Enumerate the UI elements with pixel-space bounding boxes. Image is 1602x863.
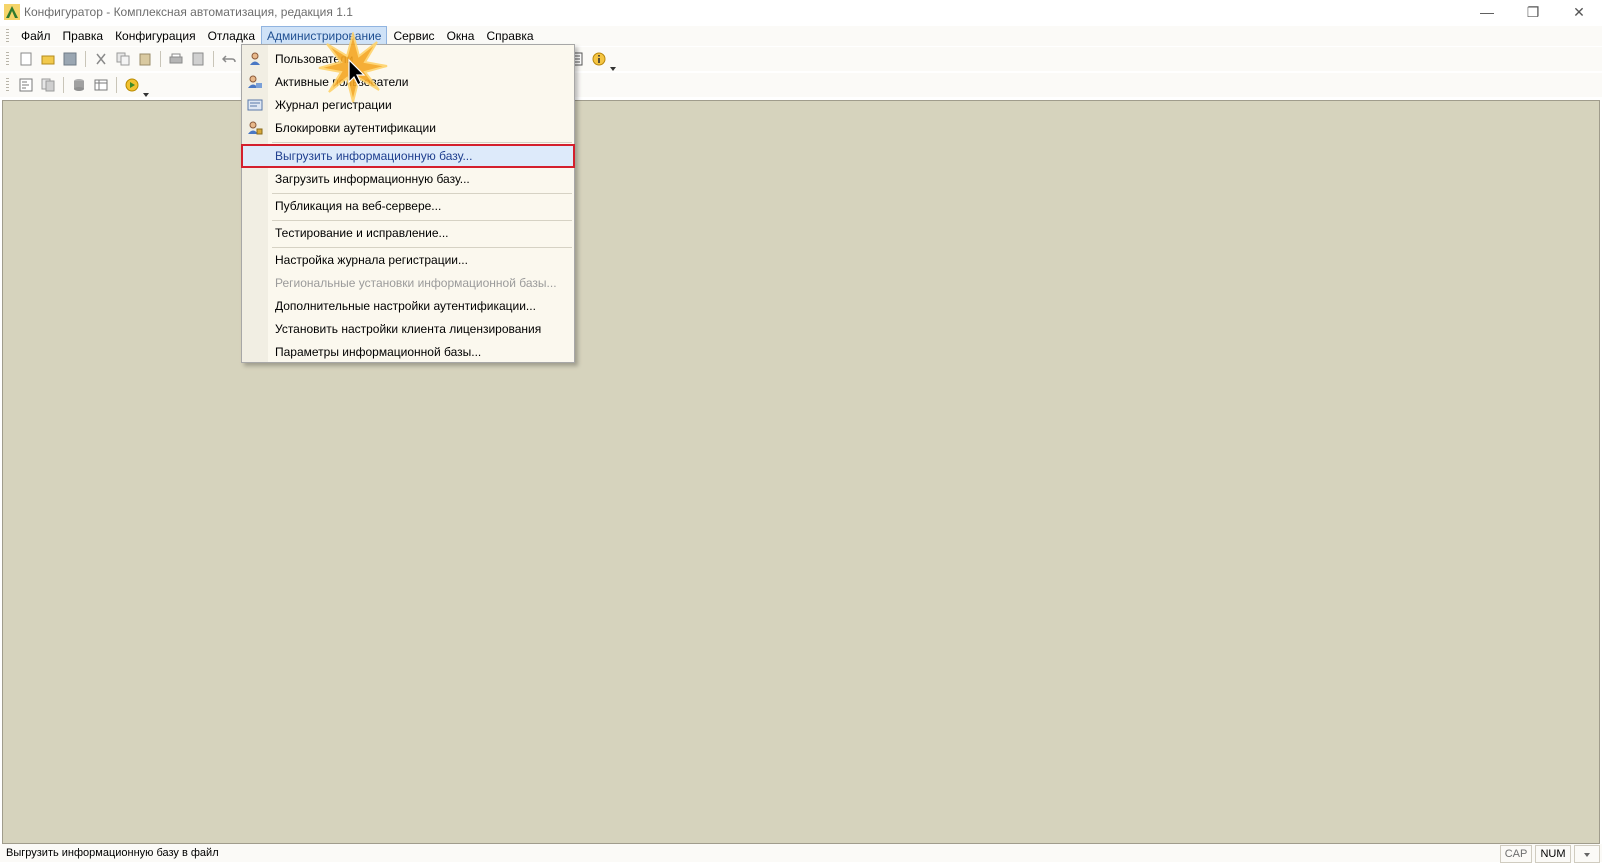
run-debug-button[interactable] bbox=[122, 75, 142, 95]
menu-item-import-infobase[interactable]: Загрузить информационную базу... bbox=[242, 168, 574, 190]
menu-file[interactable]: Файл bbox=[15, 26, 57, 46]
undo-icon bbox=[222, 55, 236, 63]
menu-administration[interactable]: Администрирование bbox=[261, 26, 388, 46]
menu-edit[interactable]: Правка bbox=[57, 26, 110, 46]
cut-button[interactable] bbox=[91, 49, 111, 69]
database-icon bbox=[74, 79, 84, 91]
menu-separator bbox=[272, 247, 572, 248]
menu-item-label: Блокировки аутентификации bbox=[275, 121, 436, 135]
new-document-icon bbox=[20, 52, 32, 66]
menu-bar: Файл Правка Конфигурация Отладка Админис… bbox=[0, 26, 1602, 46]
menu-separator bbox=[272, 193, 572, 194]
open-button[interactable] bbox=[38, 49, 58, 69]
menu-item-label: Настройка журнала регистрации... bbox=[275, 253, 468, 267]
menu-item-infobase-parameters[interactable]: Параметры информационной базы... bbox=[242, 341, 574, 363]
menu-item-label: Установить настройки клиента лицензирова… bbox=[275, 322, 542, 336]
print-preview-button[interactable] bbox=[188, 49, 208, 69]
menu-item-label: Выгрузить информационную базу... bbox=[275, 149, 473, 163]
menu-item-test-repair[interactable]: Тестирование и исправление... bbox=[242, 222, 574, 244]
menu-item-label: Тестирование и исправление... bbox=[275, 226, 449, 240]
copy-button[interactable] bbox=[113, 49, 133, 69]
title-bar: Конфигуратор - Комплексная автоматизация… bbox=[0, 0, 1602, 24]
save-icon bbox=[63, 52, 77, 66]
menu-windows[interactable]: Окна bbox=[441, 26, 481, 46]
scissors-icon bbox=[96, 53, 106, 65]
config-tree-icon bbox=[19, 78, 33, 92]
menubar-grip[interactable] bbox=[6, 29, 9, 43]
toolbar-separator bbox=[116, 77, 117, 93]
menu-separator bbox=[272, 220, 572, 221]
menu-item-label: Загрузить информационную базу... bbox=[275, 172, 470, 186]
menu-item-active-users[interactable]: Активные пользователи bbox=[242, 71, 574, 93]
menu-item-users[interactable]: Пользователи bbox=[242, 48, 574, 70]
status-dropdown-button[interactable] bbox=[1574, 845, 1600, 863]
database-button[interactable] bbox=[69, 75, 89, 95]
print-button[interactable] bbox=[166, 49, 186, 69]
open-folder-icon bbox=[41, 55, 55, 65]
info-dropdown-arrow-icon[interactable] bbox=[610, 60, 616, 71]
play-icon bbox=[125, 78, 139, 92]
menu-item-label: Публикация на веб-сервере... bbox=[275, 199, 442, 213]
table-button[interactable] bbox=[91, 75, 111, 95]
menu-item-regional-settings: Региональные установки информационной ба… bbox=[242, 272, 574, 294]
toolbar-separator bbox=[85, 51, 86, 67]
menu-item-label: Региональные установки информационной ба… bbox=[275, 276, 557, 290]
menu-item-auth-settings[interactable]: Дополнительные настройки аутентификации.… bbox=[242, 295, 574, 317]
menu-help[interactable]: Справка bbox=[480, 26, 539, 46]
menu-item-event-log[interactable]: Журнал регистрации bbox=[242, 94, 574, 116]
printer-icon bbox=[169, 53, 183, 64]
menu-item-label: Пользователи bbox=[275, 52, 354, 66]
config-tree-button[interactable] bbox=[16, 75, 36, 95]
close-button[interactable]: ✕ bbox=[1556, 0, 1602, 24]
toolbar-separator bbox=[160, 51, 161, 67]
caps-lock-indicator: CAP bbox=[1500, 845, 1532, 863]
paste-button[interactable] bbox=[135, 49, 155, 69]
menu-item-label: Параметры информационной базы... bbox=[275, 345, 482, 359]
administration-menu: Пользователи Активные пользователи Журна… bbox=[241, 44, 575, 363]
paste-icon bbox=[139, 53, 151, 66]
menu-item-label: Дополнительные настройки аутентификации.… bbox=[275, 299, 536, 313]
info-icon bbox=[592, 52, 606, 66]
window-title: Конфигуратор - Комплексная автоматизация… bbox=[24, 5, 353, 19]
undo-button[interactable] bbox=[219, 49, 239, 69]
menu-item-log-settings[interactable]: Настройка журнала регистрации... bbox=[242, 249, 574, 271]
menu-service[interactable]: Сервис bbox=[387, 26, 440, 46]
toolbar-separator bbox=[63, 77, 64, 93]
new-document-button[interactable] bbox=[16, 49, 36, 69]
status-bar: Выгрузить информационную базу в файл CAP… bbox=[0, 844, 1602, 863]
user-icon bbox=[250, 52, 260, 65]
restore-button[interactable]: ❐ bbox=[1510, 0, 1556, 24]
menu-debug[interactable]: Отладка bbox=[202, 26, 261, 46]
menu-item-export-infobase[interactable]: Выгрузить информационную базу... bbox=[241, 144, 575, 168]
app-1c-icon bbox=[4, 4, 20, 20]
compare-icon bbox=[41, 78, 55, 92]
minimize-button[interactable]: — bbox=[1464, 0, 1510, 24]
menu-item-auth-locks[interactable]: Блокировки аутентификации bbox=[242, 117, 574, 139]
lock-user-icon bbox=[248, 121, 263, 135]
menu-item-label: Активные пользователи bbox=[275, 75, 409, 89]
menu-item-license-client-settings[interactable]: Установить настройки клиента лицензирова… bbox=[242, 318, 574, 340]
toolbar-separator bbox=[213, 51, 214, 67]
save-button[interactable] bbox=[60, 49, 80, 69]
table-icon bbox=[94, 79, 108, 91]
menu-separator bbox=[272, 142, 572, 143]
log-icon bbox=[247, 99, 263, 111]
copy-icon bbox=[116, 52, 130, 66]
chevron-down-icon bbox=[1584, 853, 1590, 857]
toolbar-grip[interactable] bbox=[6, 78, 9, 92]
active-users-icon bbox=[248, 75, 262, 88]
num-lock-indicator: NUM bbox=[1535, 845, 1571, 863]
run-dropdown-arrow-icon[interactable] bbox=[143, 86, 149, 97]
menu-item-label: Журнал регистрации bbox=[275, 98, 392, 112]
menu-item-web-publish[interactable]: Публикация на веб-сервере... bbox=[242, 195, 574, 217]
compare-button[interactable] bbox=[38, 75, 58, 95]
info-button[interactable] bbox=[589, 49, 609, 69]
menu-configuration[interactable]: Конфигурация bbox=[109, 26, 202, 46]
toolbar-grip[interactable] bbox=[6, 52, 9, 66]
print-preview-icon bbox=[192, 52, 204, 66]
status-text: Выгрузить информационную базу в файл bbox=[6, 847, 219, 859]
